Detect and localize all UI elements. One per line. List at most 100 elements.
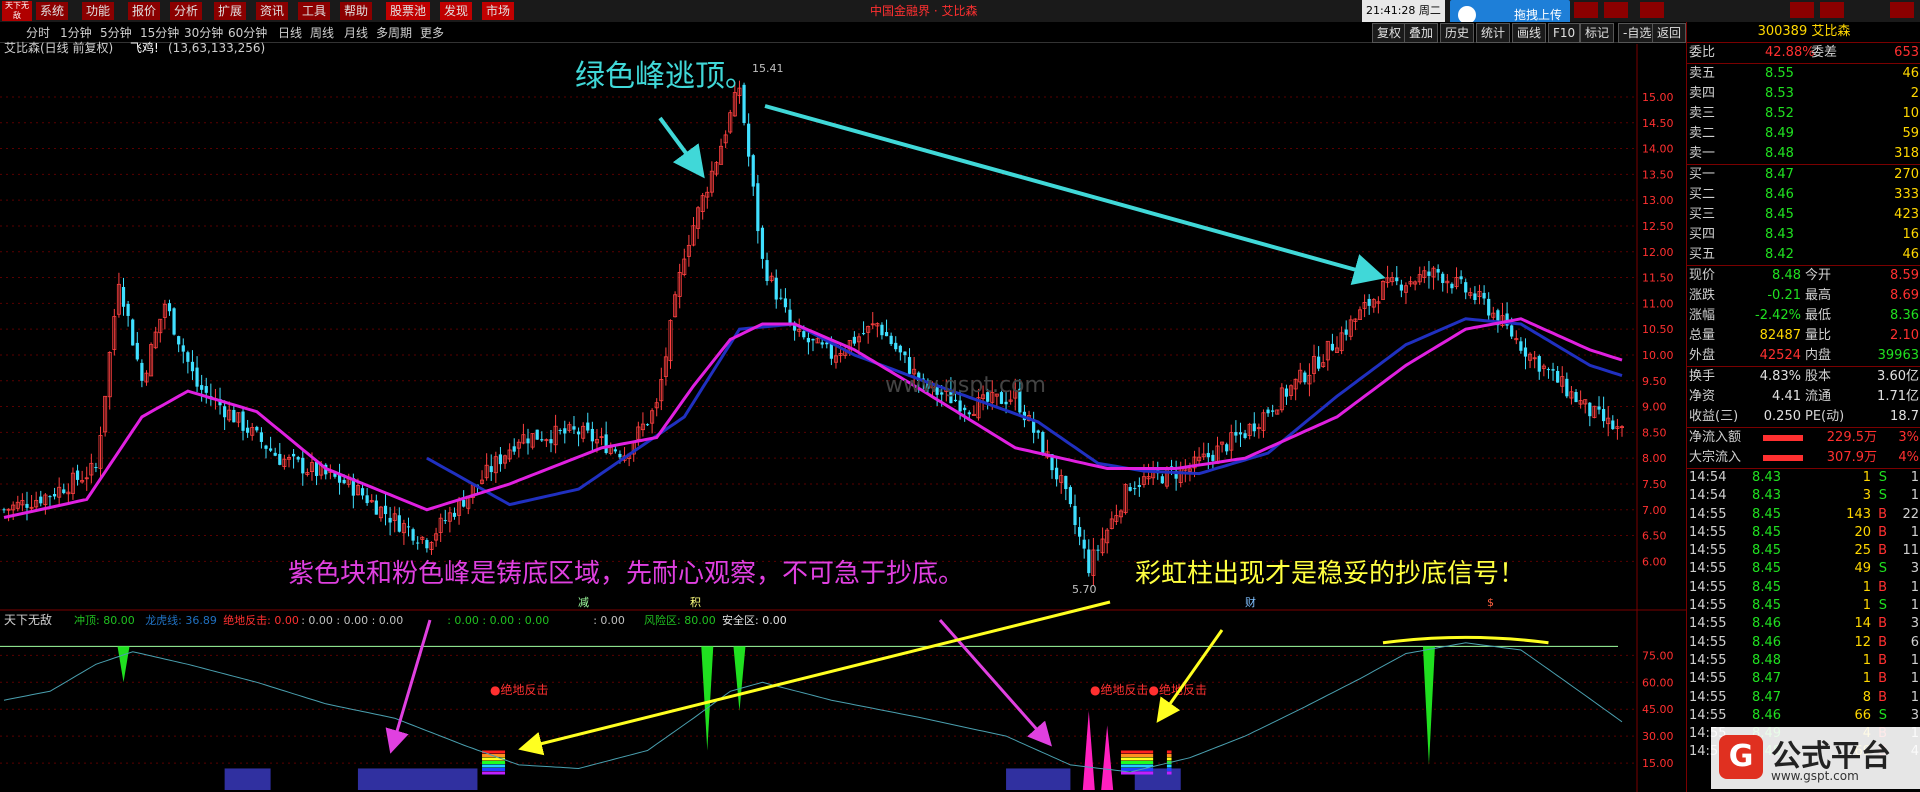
marker-c: 财: [1245, 595, 1256, 609]
stat-value: 82487: [1759, 328, 1801, 343]
candle-body: [765, 260, 769, 281]
candle-body: [535, 429, 539, 440]
flow-row: 大宗流入 307.9万 4%: [1687, 448, 1920, 468]
tick-count: 3: [1910, 707, 1919, 723]
candle-body: [1234, 432, 1238, 436]
tick-price: 8.45: [1752, 598, 1781, 614]
candle-body: [269, 448, 273, 451]
menu-item-8[interactable]: 股票池: [386, 2, 431, 20]
candle-body: [1602, 409, 1606, 422]
tick-direction: B: [1878, 543, 1887, 559]
y-tick-label: 7.00: [1642, 504, 1667, 517]
candle-body: [416, 542, 420, 544]
tick-volume: 1: [1862, 579, 1871, 595]
flow-label: 大宗流入: [1689, 450, 1742, 465]
menu-item-4[interactable]: 扩展: [214, 2, 247, 20]
tick-volume: 12: [1854, 634, 1871, 650]
candle-body: [383, 505, 388, 515]
tick-time: 14:55: [1689, 652, 1727, 668]
pink-spike: [1101, 725, 1114, 790]
tick-volume: 1: [1862, 470, 1871, 485]
buy-level-row: 买一 8.47 270: [1687, 165, 1920, 185]
tick-row: 14:55 8.45 25 B 11: [1687, 542, 1920, 560]
menu-item-1[interactable]: 功能: [82, 2, 115, 20]
candle-body: [1160, 476, 1164, 484]
candle-body: [1611, 420, 1615, 430]
candle-body: [1487, 298, 1491, 316]
rainbow-bar-segment: [1166, 750, 1172, 754]
tick-price: 8.45: [1752, 561, 1781, 577]
sell-level-price: 8.55: [1765, 66, 1794, 81]
tick-time: 14:55: [1689, 634, 1727, 650]
candle-body: [526, 438, 530, 444]
stat-row: 现价 8.48 今开 8.59: [1687, 266, 1920, 286]
window-menu-button-2[interactable]: [1604, 2, 1628, 18]
candle-body: [1523, 347, 1528, 357]
menu-item-0[interactable]: 系统: [36, 2, 69, 20]
menu-item-7[interactable]: 帮助: [340, 2, 373, 20]
candle-body: [181, 345, 185, 352]
sell-level-price: 8.49: [1765, 126, 1794, 141]
stat-row: 总量 82487 量比 2.10: [1687, 326, 1920, 346]
rainbow-bar-segment: [482, 771, 506, 775]
stat-label: 外盘: [1689, 348, 1716, 363]
arrow-cyan-long: [764, 104, 1386, 286]
buy-level-label: 买一: [1689, 167, 1716, 182]
y-tick-label: 11.50: [1642, 272, 1674, 285]
candle-body: [241, 411, 245, 431]
buy-level-volume: 423: [1894, 207, 1919, 222]
reversal-label-1: ●绝地反击: [490, 682, 548, 697]
candle-body: [1574, 392, 1578, 403]
flow-bar: [1763, 455, 1803, 461]
menu-item-2[interactable]: 报价: [128, 2, 161, 20]
stat2-value: 4.41: [1772, 389, 1801, 404]
tick-row: 14:55 8.46 12 B 6: [1687, 634, 1920, 652]
menu-item-5[interactable]: 资讯: [256, 2, 289, 20]
close-button[interactable]: [1890, 2, 1914, 18]
buy-level-price: 8.47: [1765, 167, 1794, 182]
candle-body: [884, 332, 889, 337]
buy-level-price: 8.42: [1765, 247, 1794, 262]
tick-direction: S: [1878, 470, 1887, 485]
tick-direction: S: [1878, 707, 1887, 723]
sell-level-label: 卖五: [1689, 66, 1716, 81]
candle-body: [296, 457, 300, 460]
purple-block: [357, 768, 478, 790]
annotations: 绿色峰逃顶。 紫色块和粉色峰是铸底区域，先耐心观察，不可急于抄底。 彩虹柱出现才…: [288, 59, 1525, 697]
candle-body: [586, 422, 590, 431]
weibi-label: 委比: [1689, 45, 1716, 60]
candle-body: [498, 454, 503, 465]
tick-count: 3: [1910, 616, 1919, 632]
candle-body: [411, 529, 415, 541]
purple-block: [1006, 768, 1071, 790]
quote-panel: 300389 艾比森 委比 42.88% 委差 653 卖五 8.55 46 卖四 8.53 2 卖…: [1686, 22, 1920, 792]
tick-volume: 1: [1862, 598, 1871, 614]
tick-direction: B: [1878, 652, 1887, 668]
tick-count: 1: [1910, 652, 1919, 668]
stat2-value-2: 18.7: [1890, 409, 1919, 424]
tick-direction: B: [1878, 634, 1887, 650]
menu-item-3[interactable]: 分析: [170, 2, 203, 20]
candle-body: [301, 457, 305, 474]
candle-body: [783, 298, 788, 308]
tick-price: 8.45: [1752, 579, 1781, 595]
tick-count: 1: [1910, 579, 1919, 595]
indicator-value-1: 龙虎线: 36.89: [145, 613, 217, 627]
candle-body: [1588, 402, 1592, 417]
maximize-button[interactable]: [1820, 2, 1844, 18]
arrow-cyan-short: [658, 116, 705, 179]
tick-time: 14:55: [1689, 579, 1727, 595]
quote-header: 300389 艾比森: [1687, 22, 1920, 43]
menu-item-9[interactable]: 发现: [440, 2, 473, 20]
menu-item-10[interactable]: 市场: [482, 2, 515, 20]
minimize-button[interactable]: [1790, 2, 1814, 18]
window-menu-button-3[interactable]: [1640, 2, 1664, 18]
window-menu-button[interactable]: [1574, 2, 1598, 18]
menu-item-6[interactable]: 工具: [298, 2, 331, 20]
sell-level-volume: 2: [1910, 86, 1919, 101]
menu-bar: 天下无敌 系统 功能 报价 分析 扩展 资讯 工具 帮助 股票池 发现 市场 中国金融界 · 艾比森…: [0, 0, 1920, 30]
tick-time: 14:55: [1689, 561, 1727, 577]
candle-body: [1344, 329, 1348, 335]
candle-body: [39, 496, 43, 504]
stat-label-2: 最低: [1805, 308, 1832, 323]
